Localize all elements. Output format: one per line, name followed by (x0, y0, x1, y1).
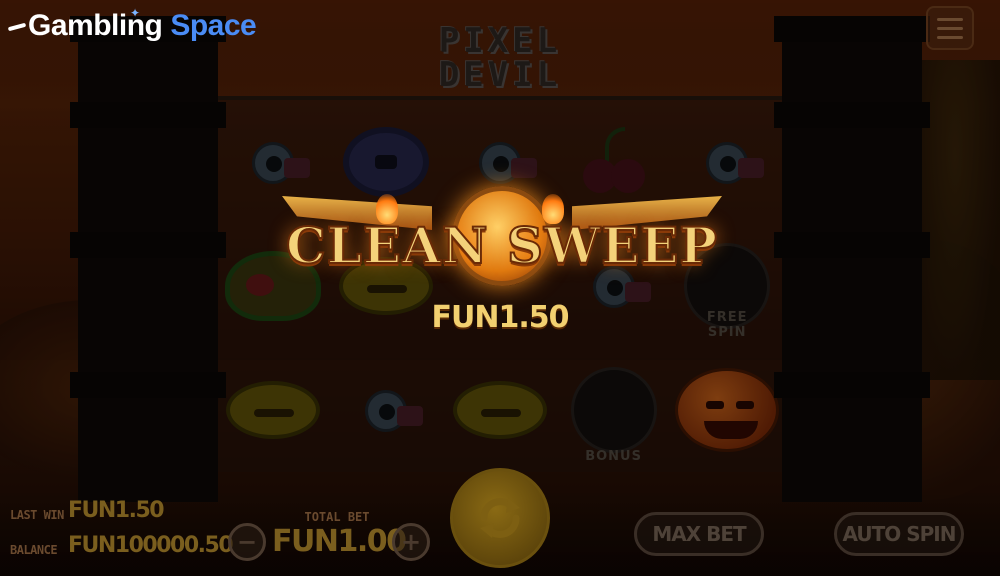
hamburger-icon-bar (937, 17, 963, 21)
clean-sweep-banner: CLEAN SWEEP (282, 180, 722, 300)
total-bet-label: TOTAL BET (304, 510, 370, 524)
swoosh-icon (8, 17, 26, 35)
hamburger-icon-bar (937, 35, 963, 39)
max-bet-button[interactable]: MAX BET (634, 512, 764, 556)
balance-value: FUN100000.50 (68, 533, 234, 558)
spin-button[interactable] (450, 468, 550, 568)
hamburger-icon-bar (937, 26, 963, 30)
auto-spin-button[interactable]: AUTO SPIN (834, 512, 964, 556)
increase-bet-button[interactable]: + (392, 523, 430, 561)
sparkle-icon: ✦ (130, 6, 141, 20)
menu-button[interactable] (926, 6, 974, 50)
pixel-devil-logo: PIXEL DEVIL (430, 24, 570, 92)
minus-icon: − (236, 528, 258, 556)
plus-icon: + (400, 528, 422, 556)
brand-word-1: Gambling (28, 9, 163, 42)
decrease-bet-button[interactable]: − (228, 523, 266, 561)
total-bet-value: FUN1.00 (272, 524, 407, 559)
win-title: CLEAN SWEEP (285, 215, 719, 276)
balance-label: BALANCE (10, 543, 58, 557)
logo-line-1: PIXEL (438, 21, 562, 61)
last-win-label: LAST WIN (10, 508, 64, 522)
last-win-value: FUN1.50 (68, 498, 165, 523)
brand-word-2: Space (170, 9, 257, 42)
gambling-space-logo: Gambling Space ✦ (8, 6, 257, 46)
win-amount: FUN1.50 (431, 300, 570, 335)
logo-line-2: DEVIL (438, 55, 562, 95)
refresh-icon (480, 498, 520, 538)
